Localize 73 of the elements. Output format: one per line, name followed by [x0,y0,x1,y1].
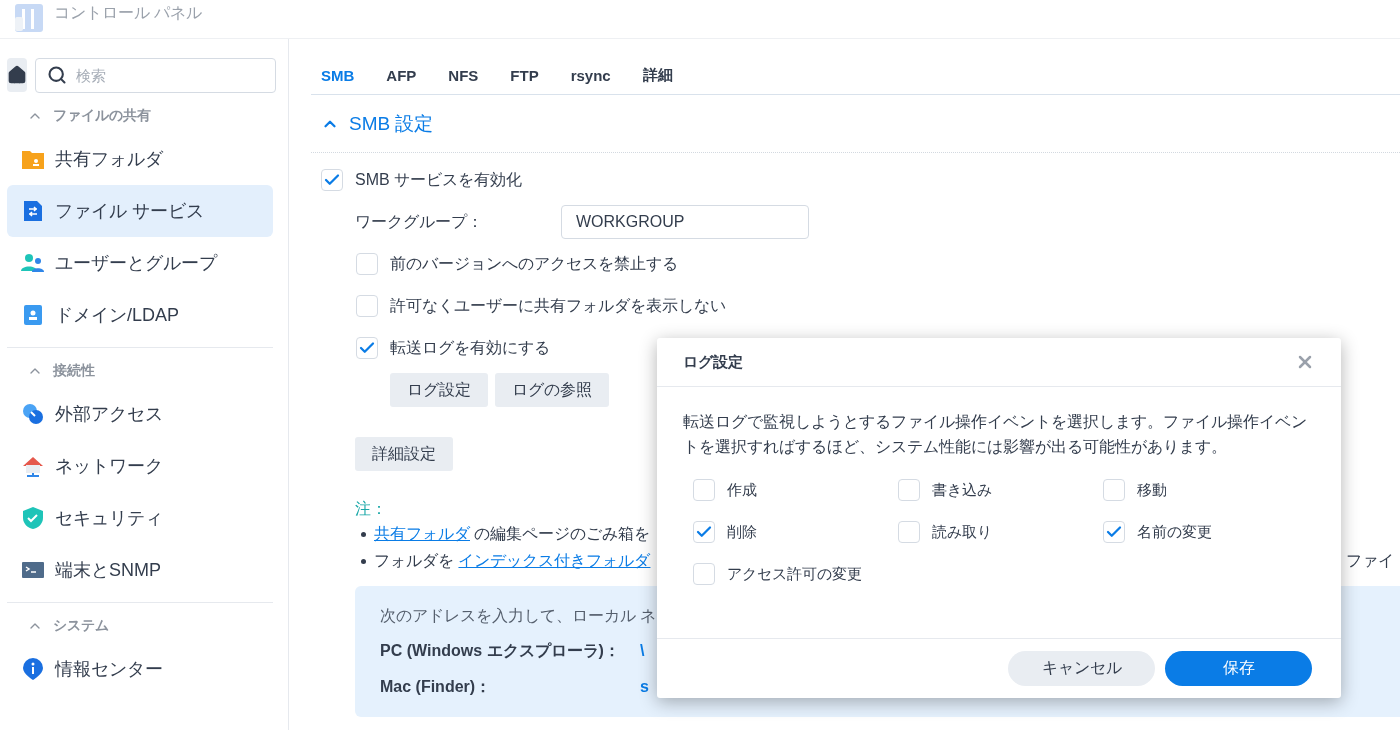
checkbox-label: アクセス許可の変更 [727,564,862,584]
tab[interactable]: rsync [560,56,621,95]
checkbox-label: 許可なくユーザーに共有フォルダを表示しない [390,295,726,316]
house-network-icon [21,454,45,478]
home-icon [7,65,27,85]
checkbox-label: SMB サービスを有効化 [355,169,523,190]
sidebar-item[interactable]: 端末とSNMP [7,544,273,596]
save-button[interactable]: 保存 [1165,651,1312,686]
checkbox-label: 転送ログを有効にする [390,337,550,358]
sidebar-item[interactable]: ネットワーク [7,440,273,492]
cancel-button[interactable]: キャンセル [1008,651,1155,686]
checkbox[interactable] [321,169,343,191]
tab[interactable]: FTP [500,56,549,95]
checkbox[interactable] [356,253,378,275]
control-panel-icon [14,3,44,33]
workgroup-field[interactable]: WORKGROUP [561,205,809,239]
checkbox[interactable] [356,337,378,359]
sidebar-item[interactable]: ユーザーとグループ [7,237,273,289]
note-text: の編集ページのごみ箱を [473,524,651,544]
checkbox-label: 読み取り [932,522,992,542]
field-label: ワークグループ： [355,211,484,232]
note-text: ファイ [1346,551,1394,571]
contact-card-icon [21,303,45,327]
note-title: 注： [355,499,387,519]
tab[interactable]: AFP [376,56,427,95]
checkbox-label: 前のバージョンへのアクセスを禁止する [390,253,678,274]
sidebar-item[interactable]: 共有フォルダ [7,133,273,185]
checkbox-label: 作成 [727,480,757,500]
checkbox-label: 書き込み [932,480,992,500]
advanced-settings-button[interactable]: 詳細設定 [355,437,453,471]
address-label: Mac (Finder)： [380,676,493,697]
file-transfer-icon [21,199,45,223]
checkbox[interactable] [356,295,378,317]
checkbox[interactable] [1103,479,1125,501]
checkbox[interactable] [693,521,715,543]
note-link[interactable]: 共有フォルダ [374,524,470,545]
dialog-title: ログ設定 [683,352,743,372]
checkbox[interactable] [1103,521,1125,543]
checkbox[interactable] [693,563,715,585]
address-intro: 次のアドレスを入力して、ローカル ネ [380,606,658,626]
search-field[interactable]: 検索 [35,58,276,93]
checkbox[interactable] [693,479,715,501]
checkbox[interactable] [898,521,920,543]
checkbox-label: 名前の変更 [1137,522,1212,542]
checkbox-label: 削除 [727,522,757,542]
sidebar-item[interactable]: セキュリティ [7,492,273,544]
sidebar-item[interactable]: ファイル サービス [7,185,273,237]
section-header[interactable]: SMB 設定 [311,95,1400,153]
tab[interactable]: SMB [311,56,365,95]
sidebar-item[interactable]: ドメイン/LDAP [7,289,273,341]
checkbox-label: 移動 [1137,480,1167,500]
users-icon [21,251,45,275]
home-button[interactable] [7,58,27,92]
tab[interactable]: 詳細 [632,56,683,95]
note-link[interactable]: インデックス付きフォルダ [458,551,651,572]
bullet-icon [361,532,366,537]
log-button[interactable]: ログの参照 [495,373,609,407]
checkbox[interactable] [898,479,920,501]
address-value: s [640,678,649,696]
bullet-icon [361,559,366,564]
note-text: フォルダを [374,551,455,571]
sidebar-item[interactable]: 情報センター [7,643,273,695]
window-title: コントロール パネル [54,3,203,23]
log-button[interactable]: ログ設定 [390,373,488,407]
shield-icon [21,506,45,530]
info-icon [21,657,45,681]
linked-circles-icon [21,402,45,426]
tab[interactable]: NFS [438,56,489,95]
search-icon [47,65,67,85]
dialog-description: 転送ログで監視しようとするファイル操作イベントを選択します。ファイル操作イベントを選択すればするほど、システム性能には影響が出る可能性があります。 [683,412,1308,457]
sidebar-item[interactable]: 外部アクセス [7,388,273,440]
address-label: PC (Windows エクスプローラ)： [380,640,621,661]
address-value: \ [640,642,645,660]
